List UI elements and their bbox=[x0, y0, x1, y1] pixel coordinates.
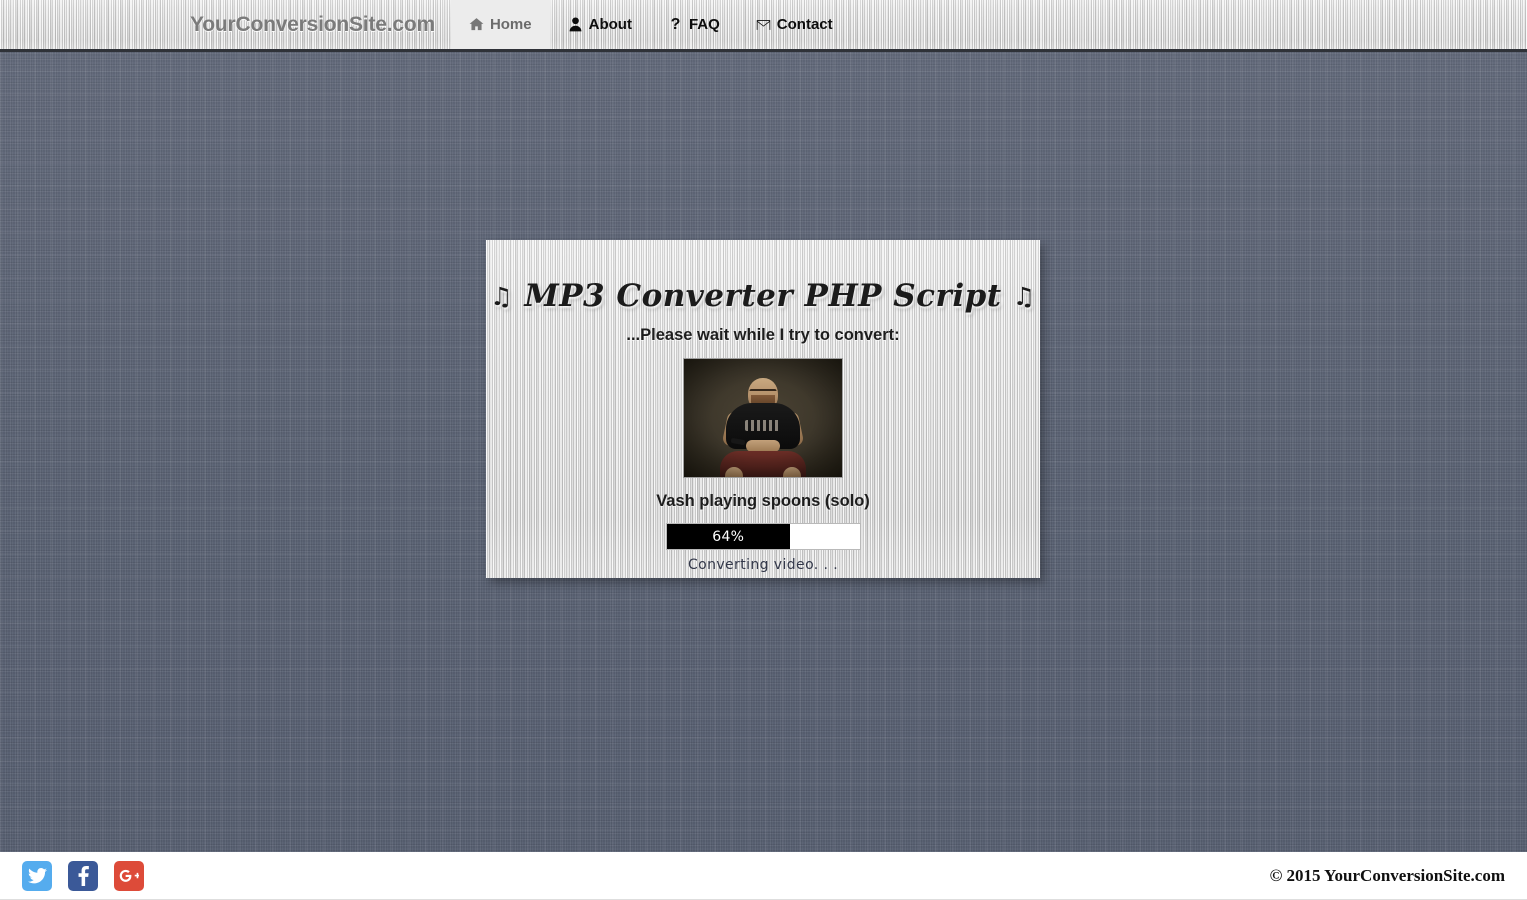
nav-item-faq[interactable]: ? FAQ bbox=[650, 0, 738, 49]
footer: © 2015 YourConversionSite.com bbox=[0, 852, 1527, 900]
conversion-progress-label: 64% bbox=[712, 528, 745, 545]
converter-card: ♫ MP3 Converter PHP Script ♫ ...Please w… bbox=[486, 240, 1040, 578]
question-icon: ? bbox=[670, 15, 681, 33]
navbar-inner: YourConversionSite.com Home About ? FAQ … bbox=[0, 0, 1527, 49]
navbar: YourConversionSite.com Home About ? FAQ … bbox=[0, 0, 1527, 52]
home-icon bbox=[469, 17, 484, 32]
nav-item-home-label: Home bbox=[489, 16, 532, 33]
conversion-progress-fill: 64% bbox=[666, 524, 791, 549]
video-thumbnail[interactable] bbox=[683, 358, 843, 478]
user-icon bbox=[568, 17, 583, 32]
video-thumbnail-image bbox=[684, 359, 842, 477]
envelope-icon bbox=[756, 17, 771, 32]
nav-item-contact[interactable]: Contact bbox=[738, 0, 851, 49]
conversion-status-text: Converting video. . . bbox=[687, 557, 839, 573]
site-brand[interactable]: YourConversionSite.com bbox=[190, 0, 451, 49]
wait-message: ...Please wait while I try to convert: bbox=[626, 326, 900, 344]
facebook-icon[interactable] bbox=[68, 860, 98, 891]
nav-item-home[interactable]: Home bbox=[450, 0, 550, 49]
conversion-progress-bar: 64% bbox=[665, 523, 861, 550]
nav-item-faq-label: FAQ bbox=[688, 16, 720, 33]
nav-item-contact-label: Contact bbox=[776, 16, 833, 33]
google-plus-icon[interactable] bbox=[114, 860, 144, 891]
nav-item-about-label: About bbox=[588, 16, 632, 33]
page-title: ♫ MP3 Converter PHP Script ♫ bbox=[486, 240, 1040, 314]
twitter-icon[interactable] bbox=[22, 860, 52, 891]
social-links bbox=[22, 860, 144, 891]
copyright-text: © 2015 YourConversionSite.com bbox=[1269, 865, 1505, 885]
site-brand-label: YourConversionSite.com bbox=[190, 12, 435, 36]
nav-item-about[interactable]: About bbox=[550, 0, 650, 49]
page-title-text: MP3 Converter PHP Script bbox=[524, 278, 1002, 314]
music-note-left-icon: ♫ bbox=[490, 282, 514, 311]
video-title: Vash playing spoons (solo) bbox=[656, 492, 870, 510]
music-note-right-icon: ♫ bbox=[1012, 282, 1036, 311]
